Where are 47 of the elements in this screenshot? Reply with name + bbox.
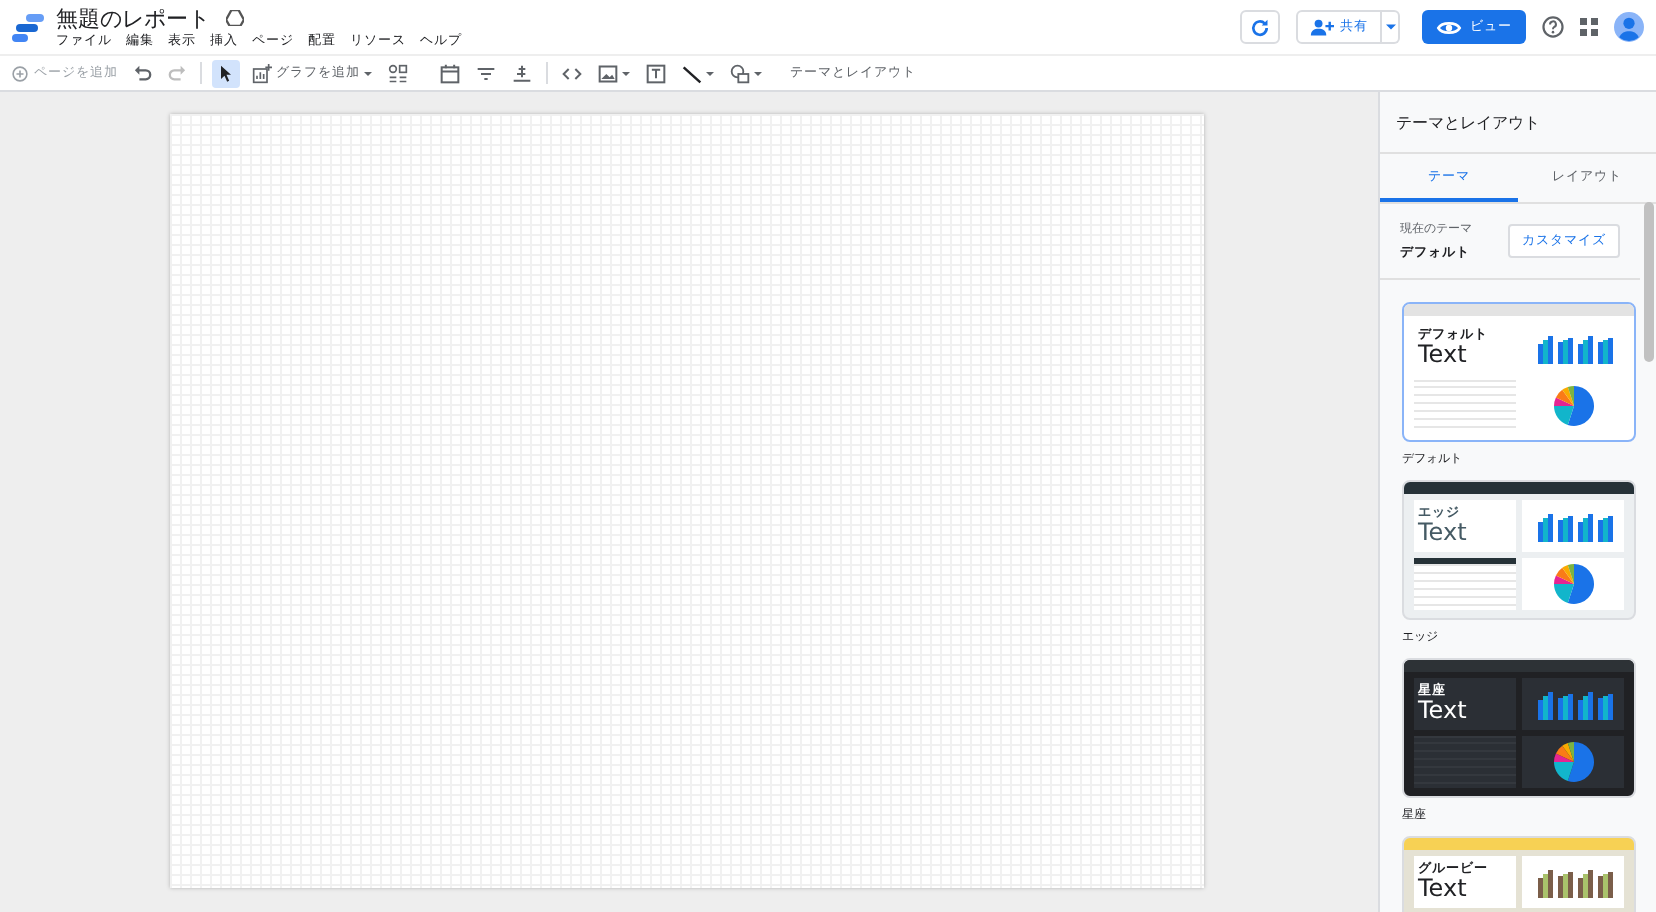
add-person-icon (1310, 18, 1334, 36)
undo-icon[interactable] (134, 64, 152, 82)
caret-icon (622, 71, 630, 75)
avatar-icon[interactable] (1614, 12, 1644, 42)
table-lines-drawing (1414, 736, 1516, 788)
help-icon[interactable] (1542, 16, 1564, 38)
theme-preview-text: Text (1418, 698, 1467, 724)
bar-chart-drawing (1533, 510, 1613, 542)
textbox-tool-button[interactable] (642, 59, 670, 87)
textbox-icon (646, 63, 666, 83)
add-circle-icon (12, 65, 28, 81)
report-title[interactable]: 無題のレポート (56, 3, 210, 33)
chart-icon (252, 63, 272, 83)
community-tool-button[interactable] (384, 59, 412, 87)
image-icon (598, 63, 618, 83)
select-tool-button[interactable] (212, 59, 240, 87)
table-lines-drawing (1414, 558, 1516, 610)
theme-preview-text: Text (1418, 342, 1467, 368)
select-icon (216, 63, 236, 83)
theme-preview-text: Text (1418, 876, 1467, 902)
code-icon (562, 63, 582, 83)
refresh-button[interactable] (1240, 10, 1280, 44)
shape-tool-button[interactable] (726, 59, 766, 87)
caret-icon (1385, 24, 1395, 30)
caret-icon (364, 71, 372, 75)
eye-icon (1436, 19, 1462, 35)
caret-icon (754, 71, 762, 75)
shape-icon (730, 63, 750, 83)
bar-chart-drawing (1533, 688, 1613, 720)
panel-title: テーマとレイアウト (1380, 92, 1656, 154)
pie-chart-drawing (1551, 384, 1595, 428)
pie-chart-drawing (1551, 562, 1595, 606)
date-tool-button[interactable] (436, 59, 464, 87)
caret-icon (706, 71, 714, 75)
filter-icon (476, 63, 496, 83)
community-icon (388, 63, 408, 83)
control-icon (512, 63, 532, 83)
app-logo-icon (12, 13, 44, 41)
bar-chart-drawing (1533, 866, 1613, 898)
pie-chart-drawing (1551, 740, 1595, 784)
bar-chart-drawing (1533, 332, 1613, 364)
share-dropdown-button[interactable] (1382, 10, 1400, 44)
date-icon (440, 63, 460, 83)
refresh-icon (1250, 17, 1270, 37)
apps-grid-icon[interactable] (1580, 18, 1598, 36)
theme-preview-text: Text (1418, 520, 1467, 546)
line-icon (682, 63, 702, 83)
